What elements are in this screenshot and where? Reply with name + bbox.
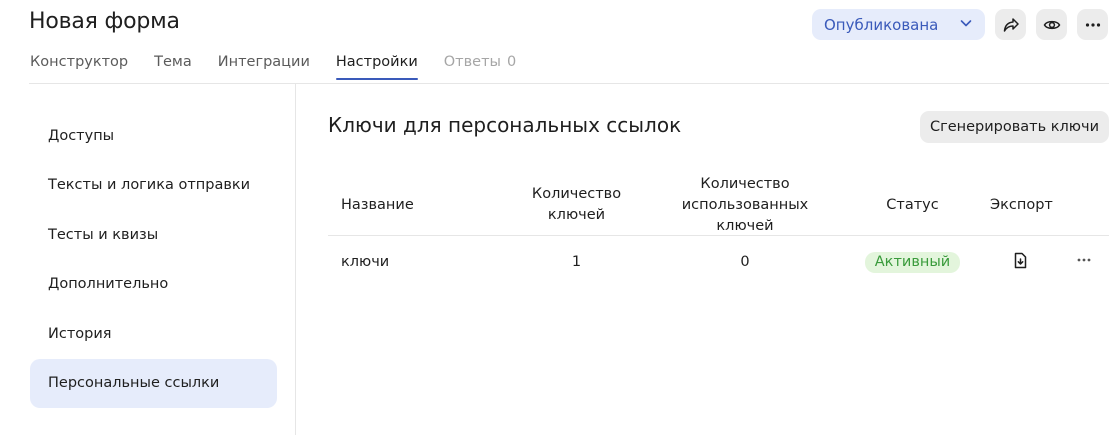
header-used-count-line1: Количество — [700, 175, 790, 192]
more-horizontal-icon[interactable] — [1075, 251, 1093, 269]
page-title: Новая форма — [29, 9, 180, 34]
more-button[interactable] — [1077, 9, 1108, 40]
table-header: Название Количество ключей Количество ис… — [328, 175, 1109, 236]
sidebar-item-history[interactable]: История — [30, 309, 277, 359]
keys-table: Название Количество ключей Количество ис… — [328, 175, 1109, 288]
sidebar-item-personal-links[interactable]: Персональные ссылки — [30, 358, 277, 408]
share-button[interactable] — [995, 9, 1026, 40]
header-actions: Опубликована — [812, 9, 1108, 40]
table-row: ключи 1 0 Активный — [328, 236, 1109, 288]
row-actions-cell — [1050, 251, 1109, 273]
sidebar-item-additional[interactable]: Дополнительно — [30, 260, 277, 310]
header-name: Название — [341, 197, 414, 213]
tab-settings[interactable]: Настройки — [335, 54, 418, 80]
header-status: Статус — [886, 197, 939, 213]
sidebar-divider — [295, 84, 296, 435]
export-file-icon[interactable] — [1011, 251, 1030, 270]
header-used-count-line2: использованных ключей — [681, 196, 809, 234]
more-icon — [1084, 16, 1102, 34]
generate-keys-button[interactable]: Сгенерировать ключи — [920, 111, 1109, 143]
row-export-cell — [990, 251, 1050, 274]
tab-theme[interactable]: Тема — [154, 54, 192, 80]
tab-answers[interactable]: Ответы 0 — [444, 54, 516, 80]
share-icon — [1002, 16, 1020, 34]
status-select-label: Опубликована — [824, 15, 939, 34]
sidebar-item-texts-logic[interactable]: Тексты и логика отправки — [30, 161, 277, 211]
header-keys-count: Количество ключей — [498, 184, 655, 226]
settings-sidebar: Доступы Тексты и логика отправки Тесты и… — [30, 111, 277, 408]
row-used-count: 0 — [740, 253, 750, 270]
row-status-cell: Активный — [835, 251, 990, 273]
tabs: Конструктор Тема Интеграции Настройки От… — [30, 54, 516, 80]
status-badge: Активный — [864, 251, 961, 273]
status-select[interactable]: Опубликована — [812, 9, 985, 40]
header-keys-count-line1: Количество — [531, 186, 622, 202]
sidebar-item-tests-quizzes[interactable]: Тесты и квизы — [30, 210, 277, 260]
eye-icon — [1043, 16, 1061, 34]
header-keys-count-line2: ключей — [547, 207, 606, 223]
preview-button[interactable] — [1036, 9, 1067, 40]
sidebar-item-access[interactable]: Доступы — [30, 111, 277, 161]
section-title: Ключи для персональных ссылок — [328, 113, 682, 137]
header-used-count: Количество использованных ключей — [655, 174, 835, 237]
tabs-divider — [29, 83, 1109, 84]
tab-integrations[interactable]: Интеграции — [218, 54, 310, 80]
tab-answers-count: 0 — [507, 54, 517, 70]
header-export: Экспорт — [990, 197, 1053, 213]
row-name: ключи — [341, 254, 390, 270]
tab-constructor[interactable]: Конструктор — [30, 54, 128, 80]
tab-answers-label: Ответы — [443, 54, 501, 70]
row-keys-count: 1 — [571, 253, 582, 270]
chevron-down-icon — [959, 15, 973, 34]
